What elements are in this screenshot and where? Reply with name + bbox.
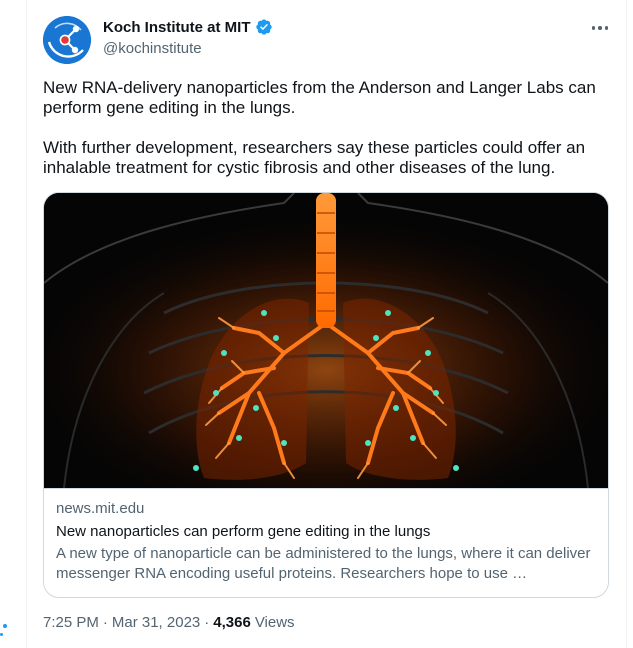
link-card[interactable]: news.mit.edu New nanoparticles can perfo…	[43, 192, 609, 598]
author-handle[interactable]: @kochinstitute	[103, 40, 202, 57]
tweet-text: New RNA-delivery nanoparticles from the …	[43, 78, 618, 178]
tweet-meta: 7:25 PM · Mar 31, 2023 · 4,366 Views	[43, 614, 295, 631]
card-description: A new type of nanoparticle can be admini…	[56, 545, 591, 582]
tweet-date-link[interactable]: Mar 31, 2023	[112, 614, 200, 631]
tweet-paragraph-2: With further development, researchers sa…	[43, 138, 586, 177]
views-label: Views	[254, 614, 295, 631]
author-name-row[interactable]: Koch Institute at MIT	[103, 18, 273, 36]
views-count[interactable]: 4,366	[213, 614, 251, 631]
indicator-dot	[0, 633, 3, 636]
tweet-time-link[interactable]: 7:25 PM	[43, 614, 99, 631]
card-image[interactable]	[44, 193, 608, 489]
verified-badge-icon	[255, 19, 272, 35]
author-display-name[interactable]: Koch Institute at MIT	[103, 19, 251, 36]
more-dot-icon	[591, 26, 596, 30]
more-dot-icon	[598, 26, 602, 30]
lungs-illustration	[44, 193, 608, 489]
avatar[interactable]	[43, 16, 91, 64]
card-title: New nanoparticles can perform gene editi…	[56, 523, 431, 540]
left-rail	[0, 0, 27, 648]
more-dot-icon	[604, 26, 609, 30]
more-options-button[interactable]	[588, 18, 612, 38]
koch-institute-logo-icon	[43, 16, 91, 64]
right-rail	[626, 0, 627, 648]
meta-separator: ·	[204, 614, 210, 631]
card-domain: news.mit.edu	[56, 500, 145, 517]
card-body[interactable]: news.mit.edu New nanoparticles can perfo…	[44, 489, 608, 584]
indicator-dot	[3, 624, 7, 628]
tweet-paragraph-1: New RNA-delivery nanoparticles from the …	[43, 78, 596, 117]
meta-separator: ·	[102, 614, 108, 631]
